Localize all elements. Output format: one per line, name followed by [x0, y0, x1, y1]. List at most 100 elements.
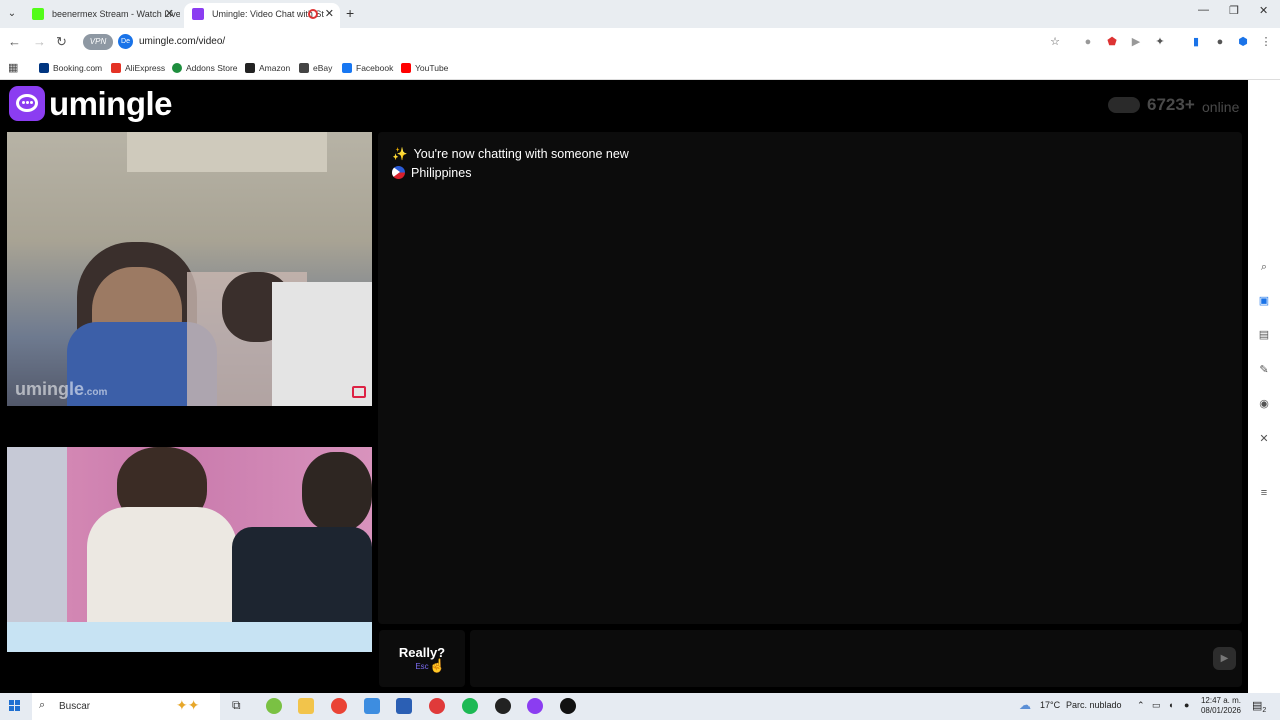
new-tab-button[interactable]: + — [346, 5, 354, 21]
taskbar-clock[interactable]: 12:47 a. m. 08/01/2026 — [1199, 696, 1243, 716]
settings-icon[interactable]: ≡ — [1257, 486, 1271, 500]
bookmark-label: eBay — [313, 63, 333, 73]
bookmark-label: Amazon — [259, 63, 291, 73]
browser-side-panel: ⌕ ▣ ▤ ✎ ◉ ✕ ≡ — [1248, 80, 1280, 693]
weather-icon[interactable]: ☁ — [1019, 698, 1031, 712]
office-icon[interactable]: ▤ — [1257, 328, 1271, 342]
online-count: 6723+ — [1147, 95, 1195, 114]
bookmark-amazon[interactable]: Amazon — [245, 61, 290, 75]
media-extension-icon[interactable]: ▶ — [1129, 35, 1143, 49]
outlook-icon[interactable] — [396, 698, 412, 714]
app-green-icon[interactable] — [266, 698, 282, 714]
search-icon: ⌕ — [39, 699, 46, 711]
close-window-button[interactable]: ✕ — [1259, 4, 1268, 17]
kick-favicon-icon — [32, 8, 44, 20]
bookmark-youtube[interactable]: YouTube — [401, 61, 448, 75]
extensions-puzzle-icon[interactable]: ✦ — [1153, 35, 1167, 49]
file-explorer-icon[interactable] — [298, 698, 314, 714]
site-info-icon[interactable]: De — [118, 34, 133, 49]
reload-icon[interactable]: ↻ — [56, 34, 67, 50]
browser-purple-icon[interactable] — [527, 698, 543, 714]
bookmark-facebook[interactable]: Facebook — [342, 61, 393, 75]
bookmark-addons-store[interactable]: Addons Store — [172, 61, 238, 75]
tab-umingle[interactable]: Umingle: Video Chat with St ✕ — [184, 3, 340, 28]
taskbar-search[interactable]: ⌕ Buscar ✦✦ — [32, 693, 220, 720]
app-red-icon[interactable] — [429, 698, 445, 714]
sidebar-toggle-icon[interactable]: ▮ — [1189, 35, 1203, 49]
back-icon[interactable]: ← — [8, 34, 21, 50]
skip-button-label: Really? — [398, 645, 446, 660]
weather-description[interactable]: Parc. nublado — [1066, 700, 1122, 710]
bookmark-label: YouTube — [415, 63, 449, 73]
umingle-logo-icon[interactable] — [9, 86, 45, 121]
copilot-sparkle-icon: ✦✦ — [176, 697, 200, 713]
online-label: online — [1202, 99, 1240, 115]
message-input[interactable] — [470, 630, 1242, 687]
bookmark-label: Booking.com — [53, 63, 103, 73]
windows-taskbar: ⌕ Buscar ✦✦ ⧉ ☁ 17°C Parc. nublado ⌃ ▭ ◖… — [0, 693, 1280, 720]
volume-icon[interactable]: ◖ — [1168, 700, 1173, 710]
youtube-icon — [401, 63, 411, 73]
app-black-icon[interactable] — [560, 698, 576, 714]
umingle-logo-text[interactable]: umingle — [49, 85, 173, 123]
shield-extension-icon[interactable]: ⬟ — [1105, 35, 1119, 49]
security-shield-icon[interactable]: ⬢ — [1236, 35, 1250, 49]
microphone-icon[interactable]: ● — [1184, 700, 1189, 710]
close-tab-icon[interactable]: ✕ — [325, 3, 334, 25]
bookmark-booking[interactable]: Booking.com — [39, 61, 102, 75]
partner-country: Philippines — [392, 166, 471, 180]
umingle-page: umingle 6723+ online umingle.com ✨ You're… — [0, 80, 1248, 693]
tab-title: beenermex Stream - Watch Live — [52, 9, 180, 19]
games-icon[interactable]: ◉ — [1257, 397, 1271, 411]
sparkle-icon: ✨ — [392, 147, 408, 161]
minimize-button[interactable]: — — [1198, 4, 1209, 16]
facebook-icon — [342, 63, 352, 73]
bookmark-star-icon[interactable]: ☆ — [1048, 35, 1062, 49]
search-icon[interactable]: ⌕ — [1257, 260, 1271, 274]
weather-temperature[interactable]: 17°C — [1040, 700, 1060, 710]
clock-time: 12:47 a. m. — [1200, 696, 1242, 705]
windows-start-icon[interactable] — [9, 700, 21, 712]
booking-icon — [39, 63, 49, 73]
address-bar[interactable]: umingle.com/video/ — [139, 36, 225, 47]
chat-status-message: ✨ You're now chatting with someone new — [392, 147, 629, 161]
recording-icon — [308, 9, 318, 19]
tools-icon[interactable]: ✕ — [1257, 432, 1271, 446]
report-flag-icon[interactable] — [352, 386, 366, 398]
bookmarks-bar: ▦ Booking.com AliExpress Addons Store Am… — [0, 56, 1280, 80]
bookmark-label: AliExpress — [125, 63, 166, 73]
tab-beenermex[interactable]: beenermex Stream - Watch Live ✕ — [24, 3, 180, 28]
network-icon[interactable]: ▭ — [1152, 700, 1161, 711]
mouse-cursor-icon: ☝ — [429, 658, 446, 673]
task-view-icon[interactable]: ⧉ — [232, 698, 248, 714]
philippines-flag-icon — [392, 166, 405, 179]
bookmark-ebay[interactable]: eBay — [299, 61, 332, 75]
tab-search-icon[interactable]: ⌄ — [4, 6, 20, 22]
notes-icon[interactable]: ✎ — [1257, 363, 1271, 377]
skip-button[interactable]: Really? Esc ☝ — [379, 630, 465, 687]
chrome-icon[interactable] — [331, 698, 347, 714]
extension-icon[interactable]: ● — [1081, 35, 1095, 49]
chat-icon[interactable]: ▣ — [1257, 294, 1271, 308]
amazon-icon — [245, 63, 255, 73]
notification-center-icon[interactable]: ▤2 — [1252, 699, 1266, 714]
browser-toolbar: ← → ↻ VPN De umingle.com/video/ ☆ ● ⬟ ▶ … — [0, 28, 1280, 56]
notification-count: 2 — [1262, 707, 1267, 715]
app-blue-icon[interactable] — [364, 698, 380, 714]
restore-button[interactable]: ❐ — [1229, 4, 1239, 17]
browser-menu-icon[interactable]: ⋮ — [1259, 35, 1273, 49]
forward-icon[interactable]: → — [33, 34, 46, 50]
apps-grid-icon[interactable]: ▦ — [8, 61, 18, 74]
app-dark-icon[interactable] — [495, 698, 511, 714]
profile-icon[interactable]: ● — [1213, 35, 1227, 49]
vpn-badge[interactable]: VPN — [83, 34, 113, 50]
spotify-icon[interactable] — [462, 698, 478, 714]
show-hidden-icons-icon[interactable]: ⌃ — [1137, 700, 1145, 711]
addons-store-icon — [172, 63, 182, 73]
browser-tab-bar: ⌄ beenermex Stream - Watch Live ✕ Umingl… — [0, 0, 1280, 28]
send-icon[interactable]: ▶ — [1213, 647, 1236, 670]
online-toggle[interactable] — [1108, 97, 1140, 113]
umingle-favicon-icon — [192, 8, 204, 20]
bookmark-aliexpress[interactable]: AliExpress — [111, 61, 165, 75]
close-tab-icon[interactable]: ✕ — [165, 3, 174, 25]
